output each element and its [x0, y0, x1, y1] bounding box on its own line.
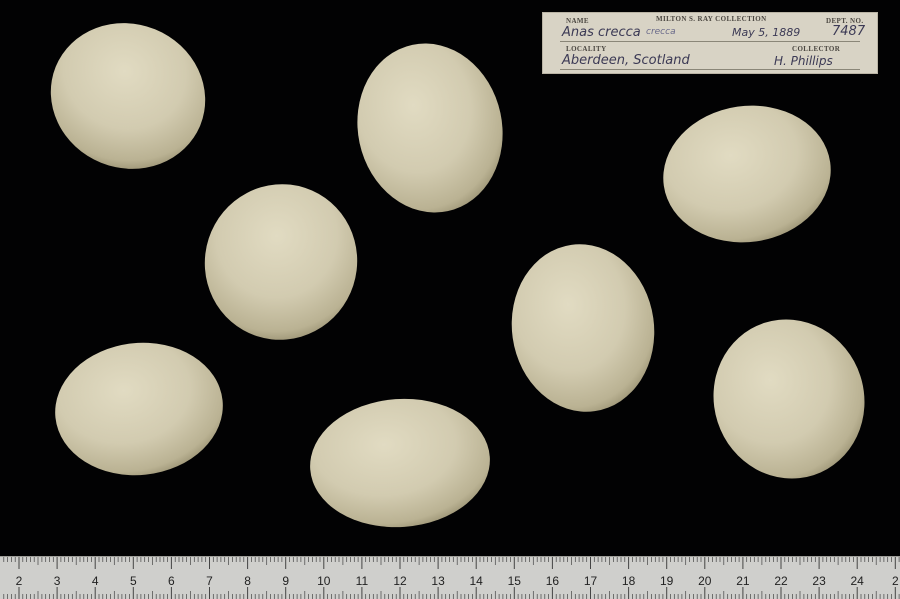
ruler-number: 20: [698, 574, 712, 588]
egg: [511, 244, 655, 412]
ruler-number: 16: [545, 574, 560, 588]
ruler-number: 9: [282, 574, 290, 588]
egg: [310, 398, 490, 528]
ruler-number: 15: [507, 574, 521, 588]
ruler-number: 2: [891, 574, 899, 588]
egg: [55, 342, 223, 476]
ruler-number: 18: [621, 574, 636, 588]
ruler-number: 7: [206, 574, 213, 588]
label-rule: [560, 69, 860, 70]
label-name-heading: NAME: [566, 17, 589, 25]
measurement-ruler: 2 3 4 5 6 7 8 9 10 11 12 13 14 15 16 17 18 19 20 21 22 23 24 2: [0, 556, 900, 599]
ruler-number: 4: [91, 574, 99, 588]
ruler-number: 22: [774, 574, 788, 588]
ruler-number: 24: [850, 574, 864, 588]
ruler-number: 14: [469, 574, 483, 588]
ruler-number: 3: [53, 574, 61, 588]
ruler-number: 21: [736, 574, 750, 588]
ruler-number: 8: [244, 574, 251, 588]
egg: [713, 319, 865, 479]
label-species: Anas crecca: [562, 25, 641, 40]
ruler-number: 2: [15, 574, 23, 588]
egg: [357, 43, 503, 213]
label-rule: [560, 41, 860, 42]
label-collection-heading: MILTON S. RAY COLLECTION: [656, 15, 767, 23]
label-collector-heading: COLLECTOR: [792, 45, 841, 53]
ruler-number: 5: [129, 574, 137, 588]
specimen-label: NAME MILTON S. RAY COLLECTION DEPT. NO. …: [542, 12, 878, 74]
label-locality: Aberdeen, Scotland: [562, 53, 690, 68]
label-date: May 5, 1889: [732, 26, 801, 39]
ruler-number: 10: [317, 574, 331, 588]
ruler-number: 11: [355, 574, 369, 588]
label-collector: H. Phillips: [774, 54, 833, 68]
label-locality-heading: LOCALITY: [566, 45, 607, 53]
specimen-photo: [50, 23, 865, 528]
label-subspecies: crecca: [646, 27, 676, 37]
egg: [663, 105, 831, 243]
ruler-number: 17: [583, 574, 598, 588]
egg: [204, 184, 358, 340]
ruler-number: 19: [660, 574, 674, 588]
ruler-number: 12: [393, 574, 407, 588]
ruler-number: 13: [431, 574, 445, 588]
egg: [50, 23, 206, 169]
ruler-number: 23: [812, 574, 826, 588]
ruler-number: 6: [168, 574, 175, 588]
label-dept-number: 7487: [832, 24, 866, 39]
